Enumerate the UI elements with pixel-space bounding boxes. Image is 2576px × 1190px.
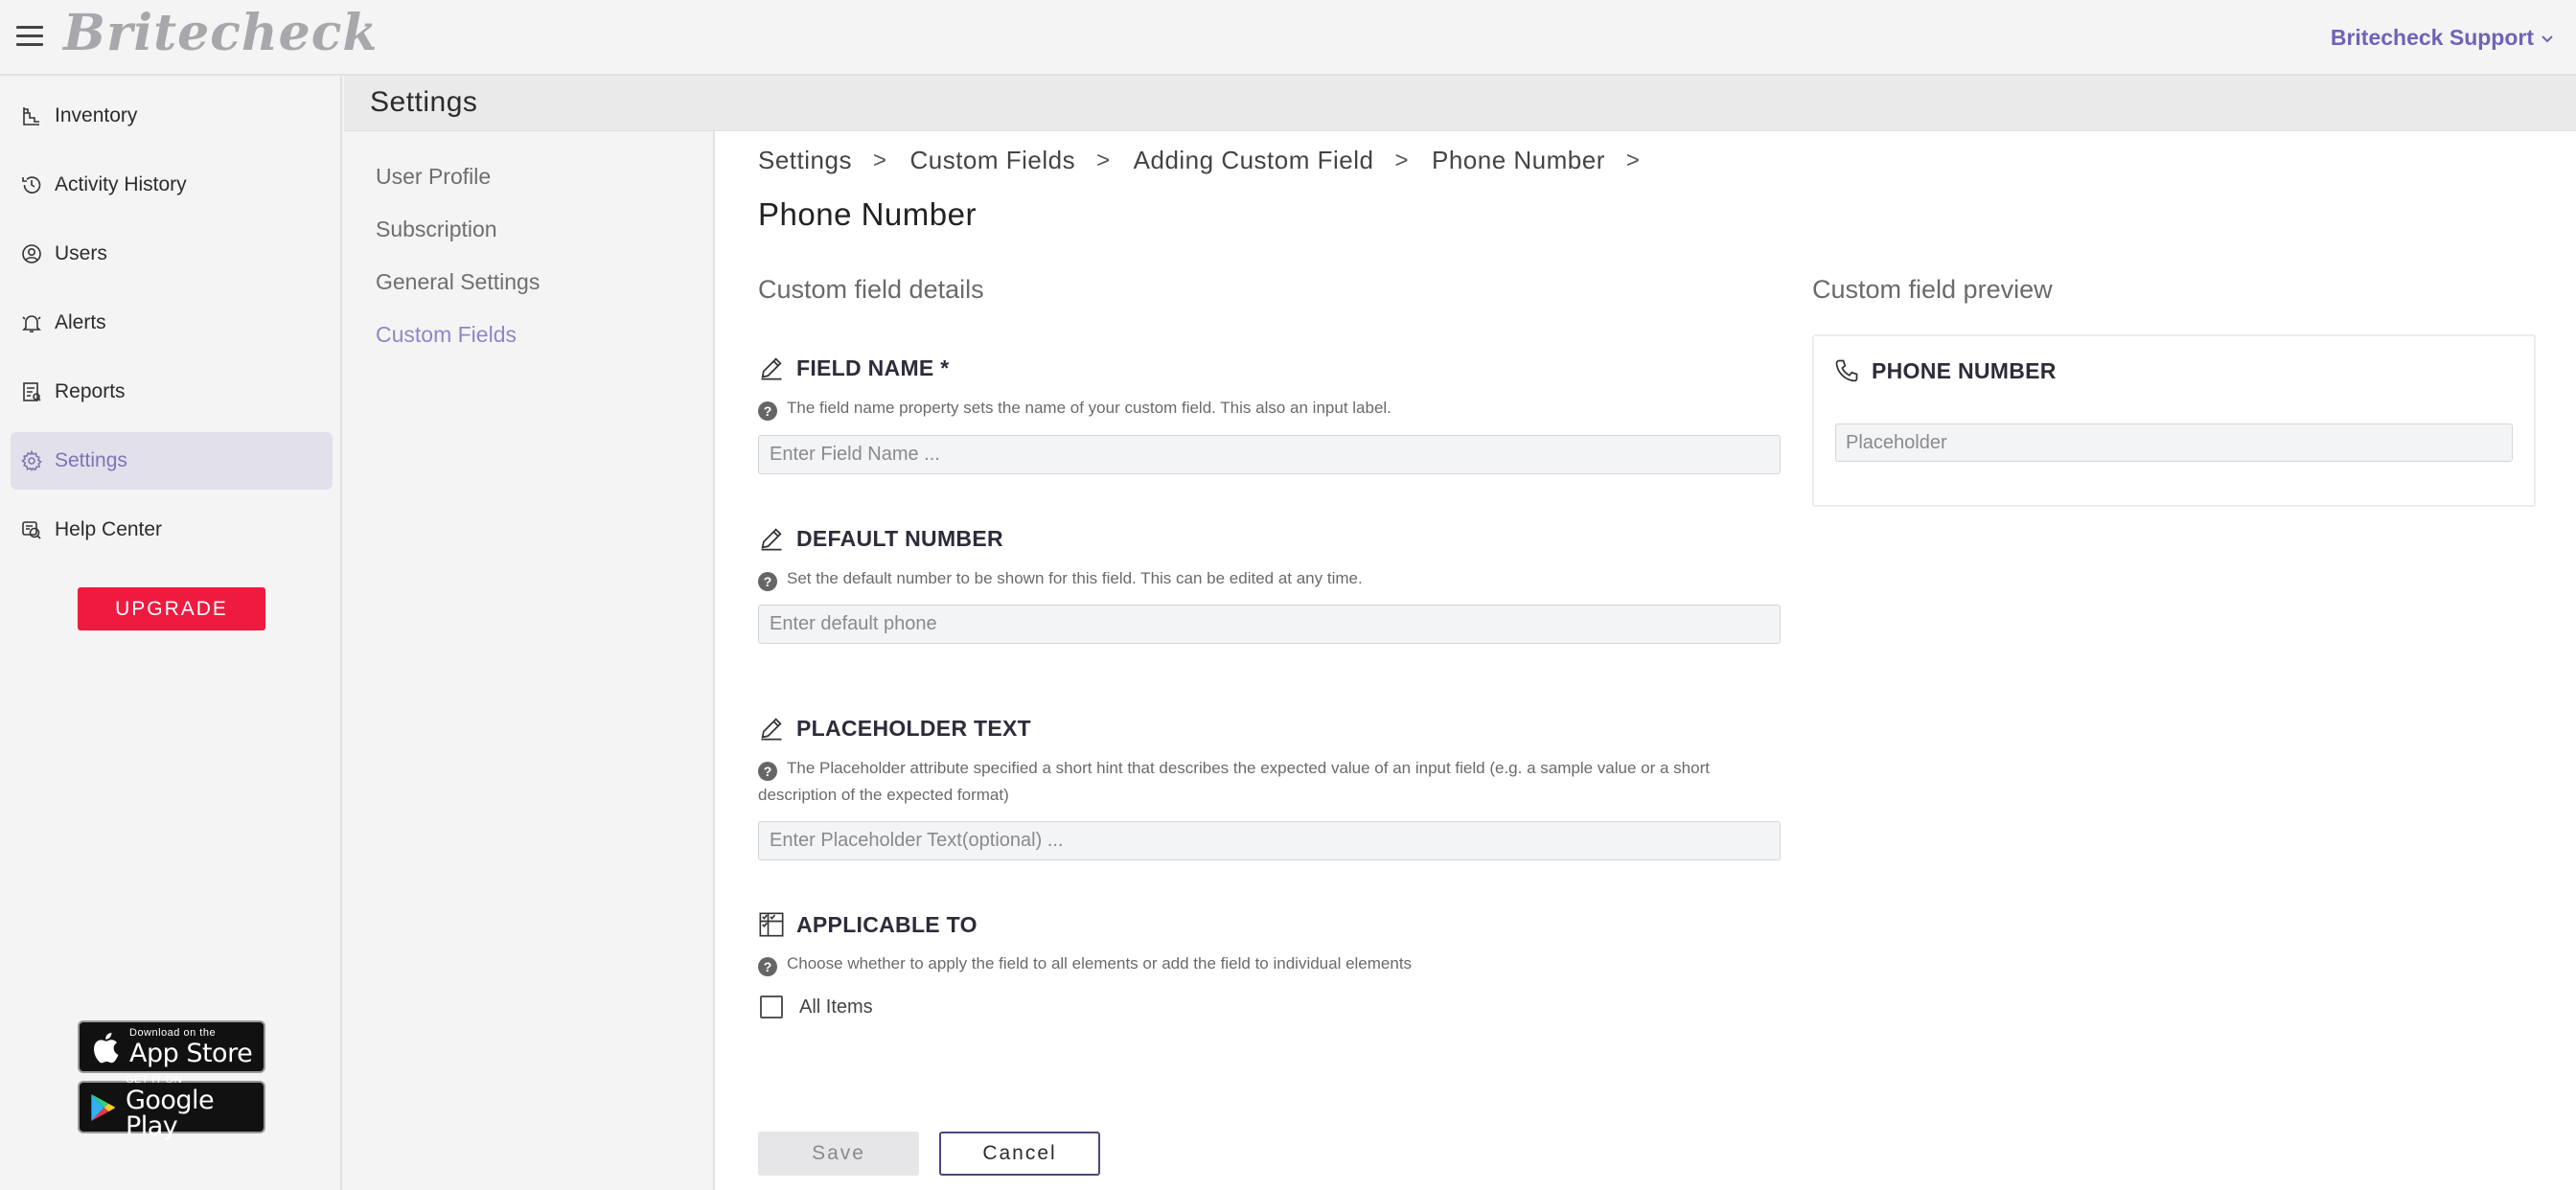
phone-icon	[1835, 359, 1858, 382]
all-items-label: All Items	[799, 995, 873, 1018]
sidebar-item-reports[interactable]: Reports	[11, 363, 333, 421]
field-name-hint: ? The field name property sets the name o…	[758, 395, 1764, 422]
save-button[interactable]: Save	[758, 1132, 919, 1176]
preview-phone-input[interactable]	[1835, 423, 2513, 462]
default-number-label-text: DEFAULT NUMBER	[796, 525, 1003, 551]
chevron-down-icon	[2542, 34, 2553, 42]
help-circle-icon: ?	[758, 572, 777, 591]
sidebar-item-settings[interactable]: Settings	[11, 432, 333, 490]
all-items-checkbox-row[interactable]: All Items	[760, 995, 873, 1018]
breadcrumb-settings[interactable]: Settings	[758, 146, 852, 175]
applicable-to-label-text: APPLICABLE TO	[796, 911, 978, 937]
hamburger-menu-icon[interactable]	[16, 26, 43, 47]
field-name-label: FIELD NAME *	[758, 355, 950, 381]
field-name-hint-text: The field name property sets the name of…	[787, 399, 1392, 417]
subnav-item-custom-fields[interactable]: Custom Fields	[376, 322, 517, 348]
bell-icon	[22, 315, 41, 332]
breadcrumb-phone-number[interactable]: Phone Number	[1432, 146, 1605, 175]
history-icon	[22, 176, 41, 194]
breadcrumb-separator: >	[1096, 147, 1111, 173]
default-number-input[interactable]	[758, 605, 1781, 644]
details-section-title: Custom field details	[758, 275, 984, 304]
applicable-to-hint-text: Choose whether to apply the field to all…	[787, 954, 1413, 973]
settings-header: Settings	[344, 76, 2576, 131]
cancel-button[interactable]: Cancel	[939, 1132, 1100, 1176]
sidebar-item-activity-history[interactable]: Activity History	[11, 156, 333, 214]
sidebar: Inventory Activity History Users Alerts …	[0, 76, 342, 1190]
sidebar-item-label: Inventory	[55, 104, 138, 126]
field-name-label-text: FIELD NAME *	[796, 355, 950, 380]
help-icon	[22, 521, 41, 539]
subnav-item-general-settings[interactable]: General Settings	[376, 269, 540, 295]
default-number-hint-text: Set the default number to be shown for t…	[787, 569, 1363, 587]
main-panel: Settings > Custom Fields > Adding Custom…	[715, 131, 2576, 1190]
sidebar-item-label: Activity History	[55, 173, 187, 195]
sidebar-item-label: Users	[55, 242, 107, 264]
sidebar-item-label: Alerts	[55, 311, 106, 333]
report-icon	[23, 382, 41, 401]
user-icon	[22, 244, 41, 263]
google-play-big-text: Google Play	[125, 1086, 215, 1141]
all-items-checkbox[interactable]	[760, 995, 783, 1018]
gear-icon	[21, 449, 42, 471]
sidebar-item-inventory[interactable]: Inventory	[11, 87, 333, 145]
placeholder-text-hint: ? The Placeholder attribute specified a s…	[758, 755, 1764, 809]
inventory-icon	[23, 107, 39, 126]
subnav-item-user-profile[interactable]: User Profile	[376, 164, 491, 190]
sidebar-item-label: Help Center	[55, 518, 163, 540]
app-store-small-text: Download on the	[129, 1026, 217, 1039]
google-play-small-text: GET IT ON	[125, 1074, 183, 1086]
sidebar-item-alerts[interactable]: Alerts	[11, 294, 333, 352]
pencil-icon	[761, 718, 782, 741]
help-circle-icon: ?	[758, 957, 777, 976]
sidebar-item-users[interactable]: Users	[11, 225, 333, 283]
account-menu[interactable]: Britecheck Support	[2331, 25, 2555, 51]
applicable-to-label: APPLICABLE TO	[758, 911, 978, 938]
preview-field-label: PHONE NUMBER	[1833, 357, 2057, 384]
settings-title: Settings	[370, 86, 478, 118]
settings-subnav: User Profile Subscription General Settin…	[344, 131, 715, 1190]
breadcrumb-adding-custom-field[interactable]: Adding Custom Field	[1134, 146, 1374, 175]
breadcrumb-separator: >	[1394, 147, 1409, 173]
default-number-label: DEFAULT NUMBER	[758, 525, 1003, 552]
grid-checklist-icon	[759, 912, 784, 937]
help-circle-icon: ?	[758, 401, 777, 421]
placeholder-text-label: PLACEHOLDER TEXT	[758, 715, 1031, 742]
applicable-to-hint: ? Choose whether to apply the field to al…	[758, 950, 1764, 977]
preview-section-title: Custom field preview	[1812, 275, 2053, 304]
breadcrumb: Settings > Custom Fields > Adding Custom…	[758, 146, 1663, 175]
upgrade-button[interactable]: UPGRADE	[78, 587, 265, 630]
default-number-hint: ? Set the default number to be shown for …	[758, 565, 1764, 592]
field-name-input[interactable]	[758, 435, 1781, 474]
app-logo[interactable]: Britecheck	[63, 4, 378, 62]
google-play-badge[interactable]: GET IT ON Google Play	[78, 1075, 265, 1139]
sidebar-item-label: Reports	[55, 380, 126, 402]
sidebar-item-label: Settings	[55, 449, 127, 471]
google-play-icon	[91, 1093, 115, 1121]
app-store-badge[interactable]: Download on the App Store	[78, 1020, 265, 1073]
app-store-big-text: App Store	[129, 1038, 253, 1068]
pencil-icon	[761, 528, 782, 551]
preview-card: PHONE NUMBER	[1812, 334, 2536, 507]
sidebar-item-help-center[interactable]: Help Center	[11, 501, 333, 559]
breadcrumb-separator: >	[872, 147, 887, 173]
apple-icon	[93, 1032, 119, 1063]
placeholder-text-label-text: PLACEHOLDER TEXT	[796, 715, 1032, 741]
subnav-item-subscription[interactable]: Subscription	[376, 217, 497, 242]
preview-field-label-text: PHONE NUMBER	[1872, 357, 2057, 383]
placeholder-text-hint-text: The Placeholder attribute specified a sh…	[758, 759, 1710, 804]
pencil-icon	[761, 357, 782, 380]
top-bar: Britecheck Britecheck Support	[0, 0, 2576, 76]
placeholder-text-input[interactable]	[758, 821, 1781, 860]
page-title: Phone Number	[758, 196, 977, 232]
account-name: Britecheck Support	[2330, 25, 2534, 50]
help-circle-icon: ?	[758, 762, 777, 781]
breadcrumb-separator: >	[1625, 147, 1641, 173]
breadcrumb-custom-fields[interactable]: Custom Fields	[909, 146, 1075, 175]
